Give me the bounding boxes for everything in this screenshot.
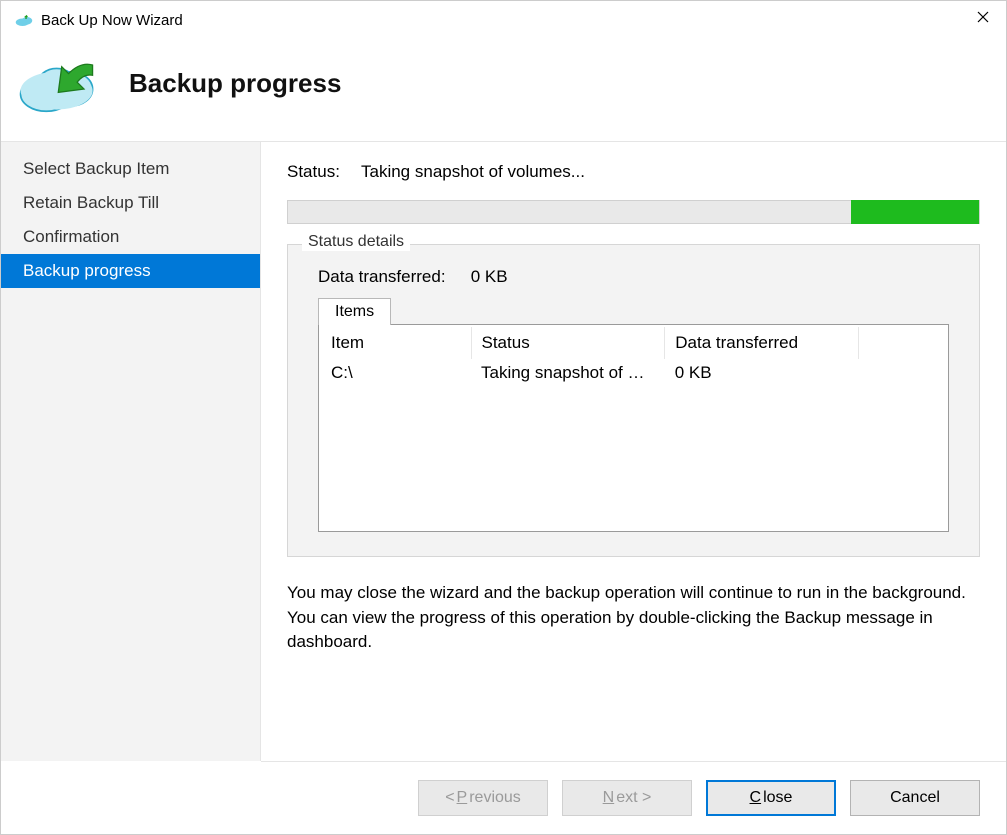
progress-bar: [287, 200, 980, 224]
status-details-group: Status details Data transferred: 0 KB It…: [287, 244, 980, 557]
step-confirmation[interactable]: Confirmation: [1, 220, 260, 254]
status-label: Status:: [287, 162, 361, 182]
data-transferred-value: 0 KB: [471, 267, 508, 286]
step-backup-progress[interactable]: Backup progress: [1, 254, 260, 288]
window-title: Back Up Now Wizard: [41, 12, 183, 29]
page-title: Backup progress: [129, 68, 341, 99]
next-button: Next >: [562, 780, 692, 816]
data-transferred: Data transferred: 0 KB: [318, 267, 949, 287]
progress-chunk: [851, 200, 979, 224]
col-item[interactable]: Item: [321, 327, 471, 359]
window-close-button[interactable]: [960, 1, 1006, 33]
wizard-footer: < Previous Next > Close Cancel: [261, 761, 1006, 834]
col-spacer: [859, 327, 947, 359]
status-value: Taking snapshot of volumes...: [361, 162, 585, 182]
close-button[interactable]: Close: [706, 780, 836, 816]
data-transferred-label: Data transferred:: [318, 267, 466, 287]
close-icon: [977, 11, 989, 23]
table-row[interactable]: C:\ Taking snapshot of … 0 KB: [321, 359, 946, 387]
cancel-button[interactable]: Cancel: [850, 780, 980, 816]
cell-transferred: 0 KB: [665, 359, 859, 387]
previous-button: < Previous: [418, 780, 548, 816]
info-note: You may close the wizard and the backup …: [287, 581, 980, 655]
wizard-steps: Select Backup Item Retain Backup Till Co…: [1, 142, 261, 761]
app-icon: [15, 13, 33, 27]
title-bar: Back Up Now Wizard: [1, 1, 1006, 39]
col-status[interactable]: Status: [471, 327, 665, 359]
table-header-row: Item Status Data transferred: [321, 327, 946, 359]
step-retain-backup-till[interactable]: Retain Backup Till: [1, 186, 260, 220]
status-line: Status: Taking snapshot of volumes...: [287, 162, 980, 182]
wizard-header: Backup progress: [1, 39, 1006, 141]
cell-item: C:\: [321, 359, 471, 387]
backup-cloud-icon: [15, 53, 105, 113]
status-details-legend: Status details: [302, 233, 410, 251]
step-select-backup-item[interactable]: Select Backup Item: [1, 152, 260, 186]
items-tab[interactable]: Items: [318, 298, 391, 325]
items-table: Item Status Data transferred C:\ Taking …: [318, 324, 949, 532]
col-transferred[interactable]: Data transferred: [665, 327, 859, 359]
cell-status: Taking snapshot of …: [471, 359, 665, 387]
